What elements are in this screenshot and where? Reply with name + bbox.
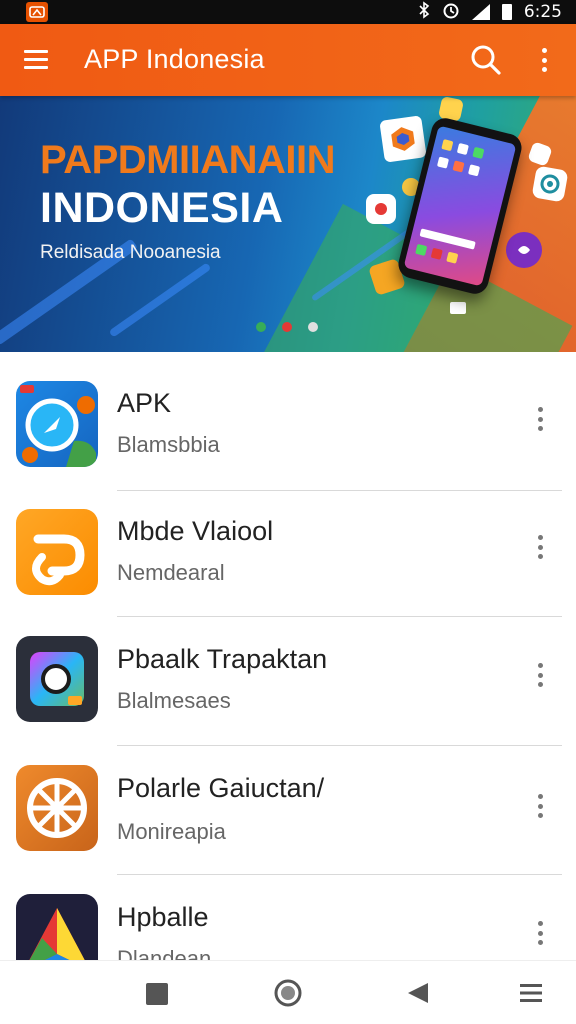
item-more-icon[interactable] bbox=[530, 791, 550, 821]
app-name: Polarle Gaiuctan/ bbox=[117, 773, 325, 803]
app-subtitle: Blalmesaes bbox=[117, 688, 231, 713]
carousel-dot[interactable] bbox=[282, 322, 292, 332]
system-nav-bar bbox=[0, 960, 576, 1024]
list-item[interactable]: APK Blamsbbia bbox=[0, 352, 576, 491]
app-subtitle: Nemdearal bbox=[117, 560, 225, 585]
banner-subtitle: Reldisada Nooanesia bbox=[40, 242, 221, 263]
orange-wheel-app-icon bbox=[16, 765, 98, 851]
app-name: Hpballe bbox=[117, 902, 209, 932]
banner-headline: PAPDMIIANAIIN bbox=[40, 138, 335, 182]
banner-title: INDONESIA bbox=[40, 184, 284, 232]
item-more-icon[interactable] bbox=[530, 532, 550, 562]
promo-banner[interactable]: PAPDMIIANAIIN INDONESIA Reldisada Nooane… bbox=[0, 96, 576, 352]
dark-camera-app-icon bbox=[16, 636, 98, 722]
back-triangle-icon[interactable] bbox=[406, 981, 430, 1005]
app-notification-icon bbox=[26, 2, 48, 22]
app-list: APK Blamsbbia Mbde Vlaiool Nemdearal Pba… bbox=[0, 352, 576, 960]
item-more-icon[interactable] bbox=[530, 918, 550, 948]
more-vert-icon[interactable] bbox=[532, 42, 556, 78]
bluetooth-icon bbox=[418, 0, 430, 24]
app-subtitle: Dlandean bbox=[117, 946, 212, 960]
search-icon[interactable] bbox=[470, 44, 502, 76]
menu-lines-icon[interactable] bbox=[520, 983, 542, 1003]
banner-stripe bbox=[108, 262, 212, 338]
floating-target-icon bbox=[531, 165, 569, 203]
status-bar: 6:25 bbox=[0, 0, 576, 24]
app-title: APP Indonesia bbox=[84, 44, 265, 74]
signal-icon bbox=[471, 4, 490, 20]
list-item[interactable]: Polarle Gaiuctan/ Monireapia bbox=[0, 737, 576, 875]
alarm-icon bbox=[442, 1, 460, 24]
screen: 6:25 APP Indonesia PAPDMIIANAIIN INDONES… bbox=[0, 0, 576, 1024]
list-item[interactable]: Mbde Vlaiool Nemdearal bbox=[0, 480, 576, 617]
app-name: Pbaalk Trapaktan bbox=[117, 644, 328, 674]
carousel-indicator bbox=[256, 322, 318, 332]
top-app-bar: APP Indonesia bbox=[0, 24, 576, 96]
battery-icon bbox=[501, 4, 512, 20]
clock-time: 6:25 bbox=[523, 2, 562, 22]
carousel-dot[interactable] bbox=[256, 322, 266, 332]
item-more-icon[interactable] bbox=[530, 404, 550, 434]
home-circle-icon[interactable] bbox=[274, 979, 302, 1007]
floating-app-icon bbox=[366, 194, 396, 224]
floating-purple-icon bbox=[506, 232, 542, 268]
floating-hexagon-icon bbox=[379, 115, 427, 163]
app-subtitle: Monireapia bbox=[117, 819, 226, 844]
orange-p-app-icon bbox=[16, 509, 98, 595]
triangle-app-icon bbox=[16, 894, 98, 960]
app-name: APK bbox=[117, 388, 172, 418]
app-subtitle: Blamsbbia bbox=[117, 432, 220, 457]
floating-app-icon bbox=[450, 302, 466, 314]
carousel-dot[interactable] bbox=[308, 322, 318, 332]
list-item[interactable]: Hpballe Dlandean bbox=[0, 866, 576, 960]
menu-icon[interactable] bbox=[24, 50, 48, 70]
app-name: Mbde Vlaiool bbox=[117, 516, 274, 546]
blue-compass-app-icon bbox=[16, 381, 98, 467]
item-more-icon[interactable] bbox=[530, 660, 550, 690]
recents-square-icon[interactable] bbox=[146, 983, 168, 1005]
list-item[interactable]: Pbaalk Trapaktan Blalmesaes bbox=[0, 608, 576, 746]
